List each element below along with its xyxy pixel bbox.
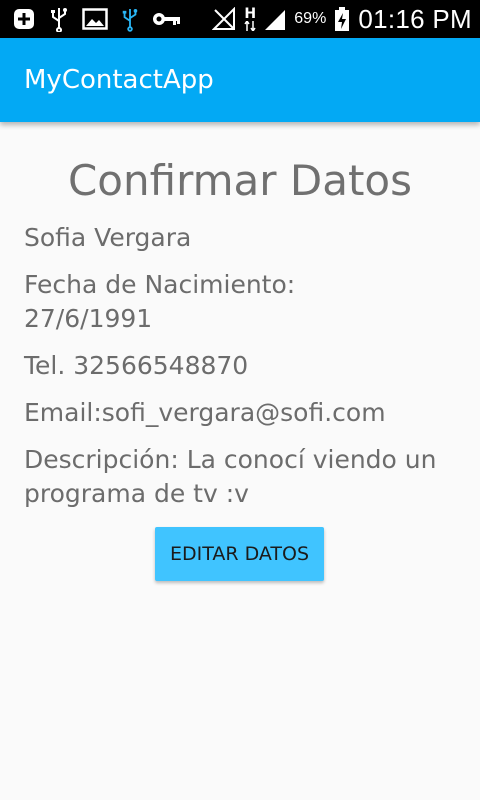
app-title: MyContactApp xyxy=(24,65,214,95)
status-bar: H 69% 01:16 PM xyxy=(0,0,480,38)
usb-icon xyxy=(48,6,70,32)
signal-off-icon xyxy=(212,6,236,32)
status-bar-system: H 69% 01:16 PM xyxy=(212,4,472,35)
contact-description: Descripción: La conocí viendo un program… xyxy=(24,445,437,508)
battery-charging-icon xyxy=(334,6,350,32)
status-bar-time: 01:16 PM xyxy=(358,3,472,34)
app-bar: MyContactApp xyxy=(0,38,480,122)
edit-data-button[interactable]: EDITAR DATOS xyxy=(155,527,324,581)
image-icon xyxy=(82,6,108,32)
battery-percent: 69% xyxy=(294,10,327,27)
status-bar-notifications xyxy=(12,6,182,32)
contact-birth-date: Fecha de Nacimiento: 27/6/1991 xyxy=(24,270,296,333)
usb-debug-icon xyxy=(120,6,140,32)
hspa-icon: H xyxy=(244,6,256,32)
vpn-key-icon xyxy=(152,6,182,32)
contact-name: Sofia Vergara xyxy=(24,223,192,252)
page-title: Confirmar Datos xyxy=(67,156,413,205)
contact-phone: Tel. 32566548870 xyxy=(24,351,249,380)
signal-bars-icon xyxy=(264,6,286,32)
contact-email: Email:sofi_vergara@sofi.com xyxy=(24,398,386,427)
confirm-data-content: Confirmar Datos Sofia Vergara Fecha de N… xyxy=(0,122,480,511)
network-type-label: H xyxy=(244,6,257,22)
add-box-icon xyxy=(12,6,36,32)
